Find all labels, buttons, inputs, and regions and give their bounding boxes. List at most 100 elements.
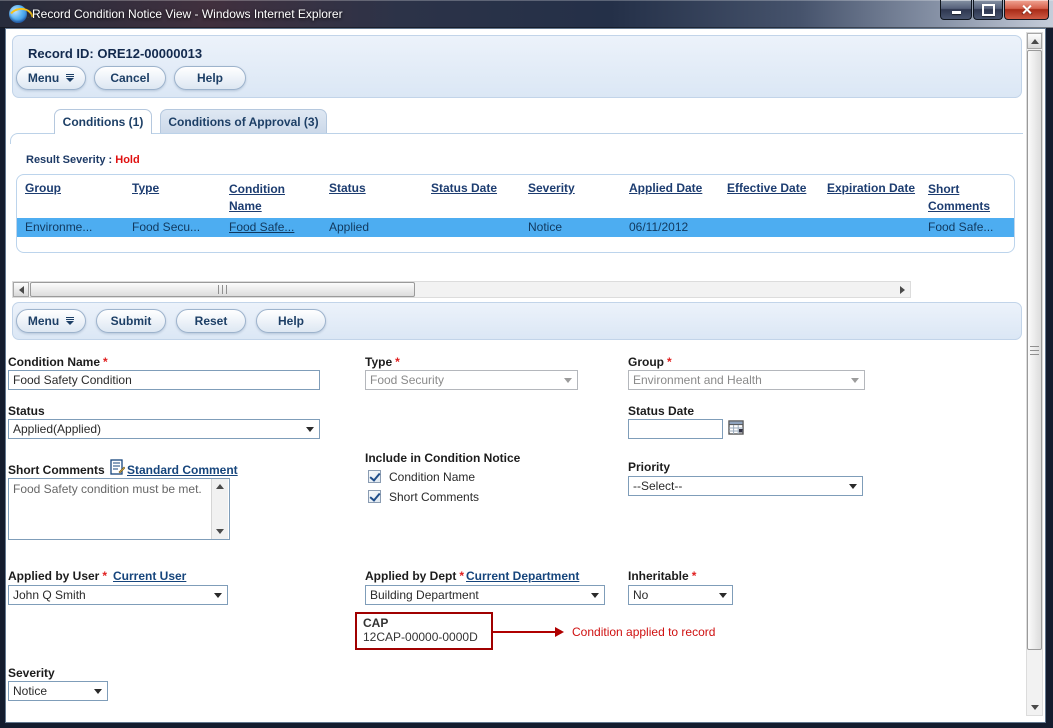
menu-dropdown-icon bbox=[66, 317, 74, 325]
calendar-icon[interactable] bbox=[728, 420, 746, 436]
severity-label: Severity bbox=[8, 666, 55, 680]
priority-label: Priority bbox=[628, 460, 670, 474]
maximize-button[interactable] bbox=[973, 0, 1003, 20]
scroll-right-button[interactable] bbox=[894, 282, 910, 297]
scroll-up-button[interactable] bbox=[1027, 33, 1042, 49]
applied-by-dept-select[interactable]: Building Department bbox=[365, 585, 605, 605]
status-date-input[interactable] bbox=[628, 419, 723, 439]
window-controls bbox=[939, 0, 1049, 20]
menu-dropdown-icon bbox=[66, 74, 74, 82]
annotation-text: Condition applied to record bbox=[572, 625, 715, 639]
chevron-down-icon bbox=[306, 427, 314, 432]
chevron-down-icon bbox=[564, 378, 572, 383]
column-header-type[interactable]: Type bbox=[132, 181, 159, 195]
column-header-condition-name[interactable]: Condition Name bbox=[229, 181, 309, 215]
title-bar: Record Condition Notice View - Windows I… bbox=[0, 0, 1053, 28]
column-header-expiration-date[interactable]: Expiration Date bbox=[827, 181, 915, 195]
required-asterisk: * bbox=[459, 569, 464, 583]
short-comments-label: Short Comments bbox=[8, 463, 105, 477]
cancel-button[interactable]: Cancel bbox=[94, 66, 166, 90]
standard-comment-link[interactable]: Standard Comment bbox=[127, 463, 238, 477]
short-comments-textarea[interactable]: Food Safety condition must be met. bbox=[8, 478, 230, 540]
browser-window: Record Condition Notice View - Windows I… bbox=[0, 0, 1053, 728]
standard-comment-icon[interactable] bbox=[110, 459, 125, 475]
cell-condition-name-link[interactable]: Food Safe... bbox=[229, 220, 294, 234]
vertical-scrollbar[interactable] bbox=[1026, 32, 1043, 716]
submit-button[interactable]: Submit bbox=[96, 309, 166, 333]
cell-group: Environme... bbox=[25, 220, 92, 234]
current-department-link[interactable]: Current Department bbox=[466, 569, 579, 583]
inheritable-select[interactable]: No bbox=[628, 585, 733, 605]
applied-by-dept-label: Applied by Dept* bbox=[365, 569, 464, 583]
scroll-up-icon[interactable] bbox=[216, 484, 224, 489]
tab-conditions[interactable]: Conditions (1) bbox=[54, 109, 152, 134]
condition-name-checkbox[interactable] bbox=[368, 470, 381, 483]
form-menu-button[interactable]: Menu bbox=[16, 309, 86, 333]
applied-by-user-select[interactable]: John Q Smith bbox=[8, 585, 228, 605]
scroll-down-button[interactable] bbox=[1027, 699, 1042, 715]
maximize-icon bbox=[982, 4, 995, 16]
current-user-link[interactable]: Current User bbox=[113, 569, 186, 583]
status-label: Status bbox=[8, 404, 45, 418]
horizontal-scrollbar[interactable] bbox=[12, 281, 911, 298]
column-header-effective-date[interactable]: Effective Date bbox=[727, 181, 806, 195]
tab-panel-edge bbox=[10, 133, 1023, 144]
short-comments-checkbox-label: Short Comments bbox=[389, 490, 479, 504]
record-id: Record ID: ORE12-00000013 bbox=[28, 46, 202, 61]
status-select[interactable]: Applied(Applied) bbox=[8, 419, 320, 439]
required-asterisk: * bbox=[103, 355, 108, 369]
scroll-up-icon bbox=[1031, 39, 1039, 44]
chevron-down-icon bbox=[214, 593, 222, 598]
status-date-label: Status Date bbox=[628, 404, 694, 418]
form-help-button[interactable]: Help bbox=[256, 309, 326, 333]
type-label: Type* bbox=[365, 355, 400, 369]
required-asterisk: * bbox=[395, 355, 400, 369]
column-header-applied-date[interactable]: Applied Date bbox=[629, 181, 702, 195]
short-comments-checkbox[interactable] bbox=[368, 490, 381, 503]
column-header-group[interactable]: Group bbox=[25, 181, 61, 195]
help-button[interactable]: Help bbox=[174, 66, 246, 90]
cap-number[interactable]: 12CAP-00000-0000D bbox=[363, 630, 485, 644]
column-header-severity[interactable]: Severity bbox=[528, 181, 575, 195]
severity-select[interactable]: Notice bbox=[8, 681, 108, 701]
column-header-status[interactable]: Status bbox=[329, 181, 366, 195]
scroll-down-icon[interactable] bbox=[216, 529, 224, 534]
include-in-condition-notice-label: Include in Condition Notice bbox=[365, 451, 520, 465]
required-asterisk: * bbox=[102, 569, 107, 583]
result-severity: Result Severity : Hold bbox=[26, 154, 140, 166]
condition-name-checkbox-label: Condition Name bbox=[389, 470, 475, 484]
close-button[interactable] bbox=[1004, 0, 1049, 20]
scroll-left-icon bbox=[19, 286, 24, 294]
scroll-left-button[interactable] bbox=[13, 282, 29, 297]
required-asterisk: * bbox=[667, 355, 672, 369]
cell-applied-date: 06/11/2012 bbox=[629, 220, 688, 234]
column-header-short-comments[interactable]: Short Comments bbox=[928, 181, 1008, 215]
conditions-table: Group Type Condition Name Status Status … bbox=[16, 174, 1015, 253]
menu-button[interactable]: Menu bbox=[16, 66, 86, 90]
applied-by-user-label: Applied by User* bbox=[8, 569, 107, 583]
minimize-button[interactable] bbox=[940, 0, 972, 20]
textarea-scrollbar[interactable] bbox=[211, 479, 228, 539]
horizontal-scroll-thumb[interactable] bbox=[30, 282, 415, 297]
column-header-status-date[interactable]: Status Date bbox=[431, 181, 497, 195]
minimize-icon bbox=[952, 11, 961, 14]
required-asterisk: * bbox=[692, 569, 697, 583]
window-title: Record Condition Notice View - Windows I… bbox=[32, 7, 343, 21]
vertical-scroll-thumb[interactable] bbox=[1027, 50, 1042, 650]
annotation-arrow-head-icon bbox=[555, 627, 564, 637]
grip-icon bbox=[218, 285, 227, 294]
cell-severity: Notice bbox=[528, 220, 562, 234]
tab-conditions-of-approval[interactable]: Conditions of Approval (3) bbox=[160, 109, 327, 134]
cap-callout-box: CAP 12CAP-00000-0000D bbox=[355, 612, 493, 650]
cell-short-comments: Food Safe... bbox=[928, 220, 993, 234]
scroll-right-icon bbox=[900, 286, 905, 294]
condition-name-input[interactable] bbox=[8, 370, 320, 390]
chevron-down-icon bbox=[851, 378, 859, 383]
priority-select[interactable]: --Select-- bbox=[628, 476, 863, 496]
chevron-down-icon bbox=[719, 593, 727, 598]
record-header-panel bbox=[12, 35, 1022, 98]
result-severity-value: Hold bbox=[115, 154, 139, 166]
cap-title: CAP bbox=[363, 616, 485, 630]
reset-button[interactable]: Reset bbox=[176, 309, 246, 333]
close-icon bbox=[1021, 4, 1032, 15]
